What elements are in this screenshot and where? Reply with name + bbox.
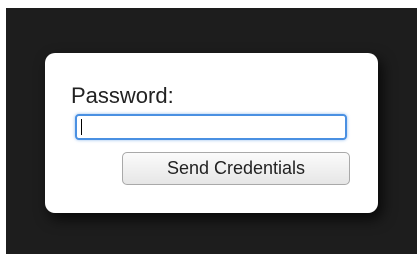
text-cursor [81, 119, 82, 135]
password-input[interactable] [75, 114, 347, 140]
dark-background: Password: Send Credentials [6, 8, 417, 254]
login-card: Password: Send Credentials [45, 53, 378, 213]
password-label: Password: [71, 83, 174, 108]
send-credentials-button[interactable]: Send Credentials [122, 152, 350, 185]
